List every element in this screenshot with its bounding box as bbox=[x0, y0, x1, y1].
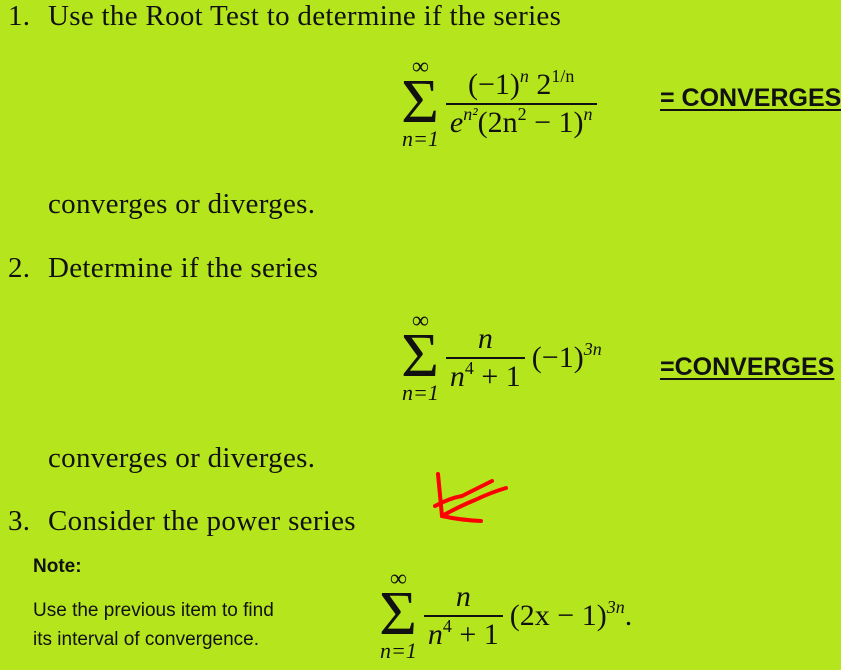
den-exp: 4 bbox=[464, 357, 474, 378]
den-exp: n bbox=[583, 103, 593, 124]
den-part: (2n bbox=[477, 105, 518, 139]
den-part: + 1 bbox=[451, 617, 499, 651]
sigma-icon: Σ bbox=[401, 322, 440, 390]
summation: ∞ Σ n=1 bbox=[401, 309, 440, 404]
denominator: n4 + 1 bbox=[446, 359, 525, 395]
fraction: n n4 + 1 bbox=[423, 579, 503, 653]
den-part: n bbox=[427, 617, 443, 651]
num-exp: n bbox=[519, 66, 529, 87]
arrow-stroke bbox=[433, 479, 494, 508]
fraction: n n4 + 1 bbox=[445, 321, 525, 395]
problem-3-text: Consider the power series bbox=[48, 505, 356, 537]
tail-exp: 3n bbox=[583, 339, 602, 359]
den-exp: 2 bbox=[517, 103, 527, 124]
tail-factor: (2x − 1)3n. bbox=[509, 597, 633, 632]
problem-1-suffix: converges or diverges. bbox=[48, 188, 316, 220]
num-exp: 1/n bbox=[551, 66, 575, 87]
arrow-stroke bbox=[440, 514, 483, 523]
note-line: its interval of convergence. bbox=[33, 629, 260, 650]
problem-3-series: ∞ Σ n=1 n n4 + 1 (2x − 1)3n. bbox=[379, 567, 633, 662]
den-exp: n² bbox=[463, 103, 478, 124]
denominator: en²(2n2 − 1)n bbox=[446, 105, 597, 141]
numerator: n bbox=[452, 579, 475, 615]
summation: ∞ Σ n=1 bbox=[401, 55, 440, 150]
num-part: 2 bbox=[528, 68, 552, 102]
problem-2-series: ∞ Σ n=1 n n4 + 1 (−1)3n bbox=[401, 309, 602, 404]
problem-1-answer: = CONVERGES bbox=[660, 84, 841, 112]
problem-2-text: Determine if the series bbox=[48, 252, 319, 284]
note-body: Use the previous item to find its interv… bbox=[33, 596, 274, 654]
fraction: (−1)n 21/n en²(2n2 − 1)n bbox=[445, 67, 597, 141]
note-line: Use the previous item to find bbox=[33, 600, 274, 621]
tail-factor: (−1)3n bbox=[531, 339, 602, 374]
note-title: Note: bbox=[33, 556, 82, 577]
tail-base: (−1) bbox=[531, 341, 584, 374]
den-part: + 1 bbox=[473, 359, 521, 393]
den-part: − 1) bbox=[526, 105, 584, 139]
num-part: n bbox=[455, 580, 471, 614]
problem-1-text: Use the Root Test to determine if the se… bbox=[48, 0, 562, 32]
problem-3-prompt: 3. Consider the power series bbox=[8, 505, 356, 538]
problem-2-number: 2. bbox=[8, 252, 31, 284]
denominator: n4 + 1 bbox=[424, 617, 503, 653]
sigma-icon: Σ bbox=[379, 580, 418, 648]
den-part: n bbox=[449, 359, 465, 393]
numerator: n bbox=[474, 321, 497, 357]
tail-base: (2x − 1) bbox=[509, 599, 607, 632]
problem-1-series: ∞ Σ n=1 (−1)n 21/n en²(2n2 − 1)n bbox=[401, 55, 600, 150]
num-part: (−1) bbox=[467, 68, 520, 102]
red-arrow-icon bbox=[433, 472, 508, 523]
den-part: e bbox=[449, 105, 464, 139]
problem-3-number: 3. bbox=[8, 505, 31, 537]
sigma-icon: Σ bbox=[401, 68, 440, 136]
problem-1-number: 1. bbox=[8, 0, 31, 32]
problem-2-prompt: 2. Determine if the series bbox=[8, 252, 318, 285]
den-exp: 4 bbox=[442, 615, 452, 636]
numerator: (−1)n 21/n bbox=[464, 67, 578, 103]
problem-2-answer: =CONVERGES bbox=[660, 353, 835, 381]
tail-end: . bbox=[624, 599, 633, 632]
arrow-stroke bbox=[436, 472, 444, 518]
num-part: n bbox=[477, 322, 493, 356]
problem-1-prompt: 1. Use the Root Test to determine if the … bbox=[8, 0, 561, 33]
tail-exp: 3n bbox=[606, 597, 625, 617]
summation: ∞ Σ n=1 bbox=[379, 567, 418, 662]
problem-2-suffix: converges or diverges. bbox=[48, 442, 316, 474]
